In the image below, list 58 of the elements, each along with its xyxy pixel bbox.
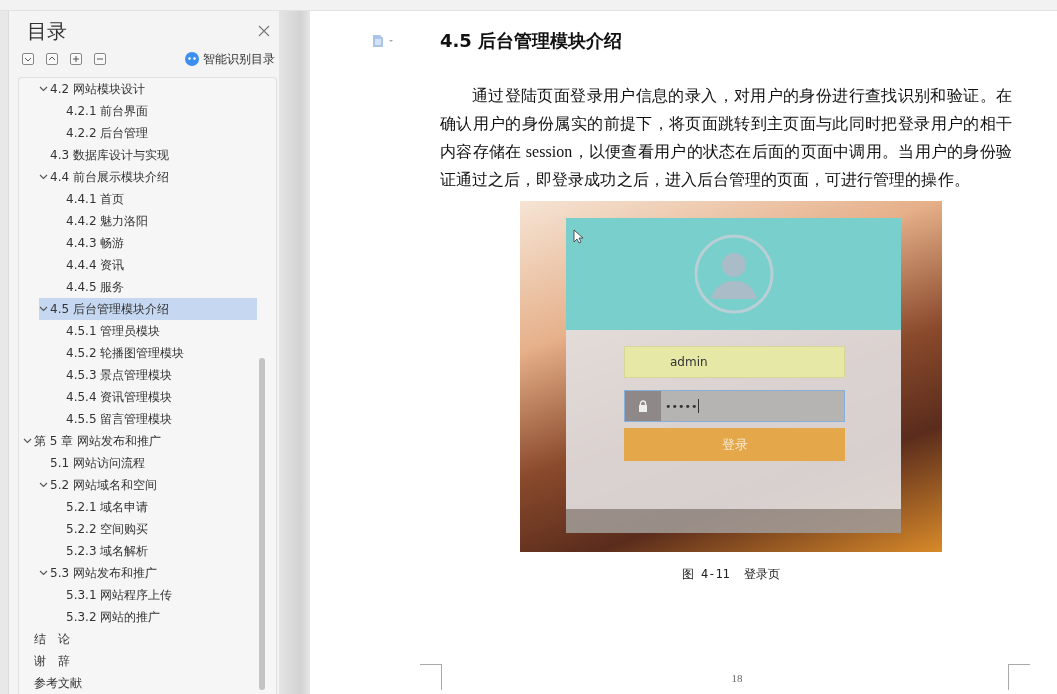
tree-item[interactable]: 4.3 数据库设计与实现 bbox=[39, 144, 257, 166]
tree-item[interactable]: 4.5 后台管理模块介绍 bbox=[39, 298, 257, 320]
tree-item[interactable]: 4.4.1 首页 bbox=[55, 188, 257, 210]
sidebar-title: 目录 bbox=[27, 17, 67, 45]
tree-item[interactable]: 5.2.1 域名申请 bbox=[55, 496, 257, 518]
tree-item[interactable]: 5.2.3 域名解析 bbox=[55, 540, 257, 562]
chevron-icon[interactable] bbox=[39, 570, 48, 576]
robot-face-icon bbox=[185, 52, 199, 66]
tree-item[interactable]: 4.2 网站模块设计 bbox=[39, 78, 257, 100]
chevron-icon[interactable] bbox=[39, 174, 48, 180]
text-caret bbox=[698, 399, 700, 413]
chevron-icon[interactable] bbox=[23, 438, 32, 444]
tree-item[interactable]: 5.3.2 网站的推广 bbox=[55, 606, 257, 628]
tree-item[interactable]: 4.4.2 魅力洛阳 bbox=[55, 210, 257, 232]
tree-item[interactable]: 5.1 网站访问流程 bbox=[39, 452, 257, 474]
lock-icon bbox=[638, 400, 648, 412]
tree-item[interactable]: 4.4.5 服务 bbox=[55, 276, 257, 298]
add-button[interactable] bbox=[70, 53, 82, 65]
plus-icon bbox=[71, 54, 81, 64]
tree-item[interactable]: 5.3.1 网站程序上传 bbox=[55, 584, 257, 606]
password-field[interactable]: ••••• bbox=[624, 390, 845, 422]
tree-item[interactable]: 4.5.2 轮播图管理模块 bbox=[55, 342, 257, 364]
tree-item[interactable]: 4.5.4 资讯管理模块 bbox=[55, 386, 257, 408]
chevron-icon[interactable] bbox=[39, 482, 48, 488]
tree-item[interactable]: 4.4.3 畅游 bbox=[55, 232, 257, 254]
tree-item[interactable]: 5.2 网站域名和空间 bbox=[39, 474, 257, 496]
page-corner-mark bbox=[420, 664, 442, 690]
tree-item[interactable]: 4.4.4 资讯 bbox=[55, 254, 257, 276]
tree-item[interactable]: 第 5 章 网站发布和推广 bbox=[23, 430, 257, 452]
remove-button[interactable] bbox=[94, 53, 106, 65]
tree-item[interactable]: 参考文献 bbox=[23, 672, 257, 694]
avatar-icon bbox=[692, 233, 775, 315]
tree-item[interactable]: 4.2.1 前台界面 bbox=[55, 100, 257, 122]
close-icon bbox=[258, 25, 270, 37]
collapse-button[interactable] bbox=[46, 53, 58, 65]
close-button[interactable] bbox=[258, 25, 270, 37]
smart-toc-button[interactable]: 智能识别目录 bbox=[185, 50, 275, 68]
tree-item[interactable]: 5.3 网站发布和推广 bbox=[39, 562, 257, 584]
tree-item[interactable]: 谢 辞 bbox=[23, 650, 257, 672]
tree-item[interactable]: 4.5.5 留言管理模块 bbox=[55, 408, 257, 430]
chevron-icon[interactable] bbox=[39, 306, 48, 312]
chevron-icon[interactable] bbox=[39, 86, 48, 92]
expand-button[interactable] bbox=[22, 53, 34, 65]
tree-item[interactable]: 5.2.2 空间购买 bbox=[55, 518, 257, 540]
page-number: 18 bbox=[730, 672, 744, 686]
document-icon bbox=[372, 34, 394, 48]
tree-item[interactable]: 结 论 bbox=[23, 628, 257, 650]
username-field[interactable]: admin bbox=[624, 346, 845, 378]
mouse-pointer-icon bbox=[573, 229, 583, 244]
page-corner-mark bbox=[1008, 664, 1030, 690]
tree-item[interactable]: 4.2.2 后台管理 bbox=[55, 122, 257, 144]
tree-item[interactable]: 4.5.1 管理员模块 bbox=[55, 320, 257, 342]
scrollbar[interactable] bbox=[259, 358, 265, 690]
body-paragraph: 通过登陆页面登录用户信息的录入，对用户的身份进行查找识别和验证。在确认用户的身份属实的前提下，将页面跳转到主页面与此同时把登录用户的相干内容存储在 session，以便查看用户的状态在后面的页面中调用。当用户的身份验证通过之后，即登录成功之后，进入后台管理的页面，可进行管理的操作。 bbox=[440, 86, 1012, 190]
figure-caption: 图 4-11 登录页 bbox=[681, 566, 781, 583]
tree-item[interactable]: 4.4 前台展示模块介绍 bbox=[39, 166, 257, 188]
section-heading: 4.5 后台管理模块介绍 bbox=[440, 29, 623, 53]
tree-item[interactable]: 4.5.3 景点管理模块 bbox=[55, 364, 257, 386]
